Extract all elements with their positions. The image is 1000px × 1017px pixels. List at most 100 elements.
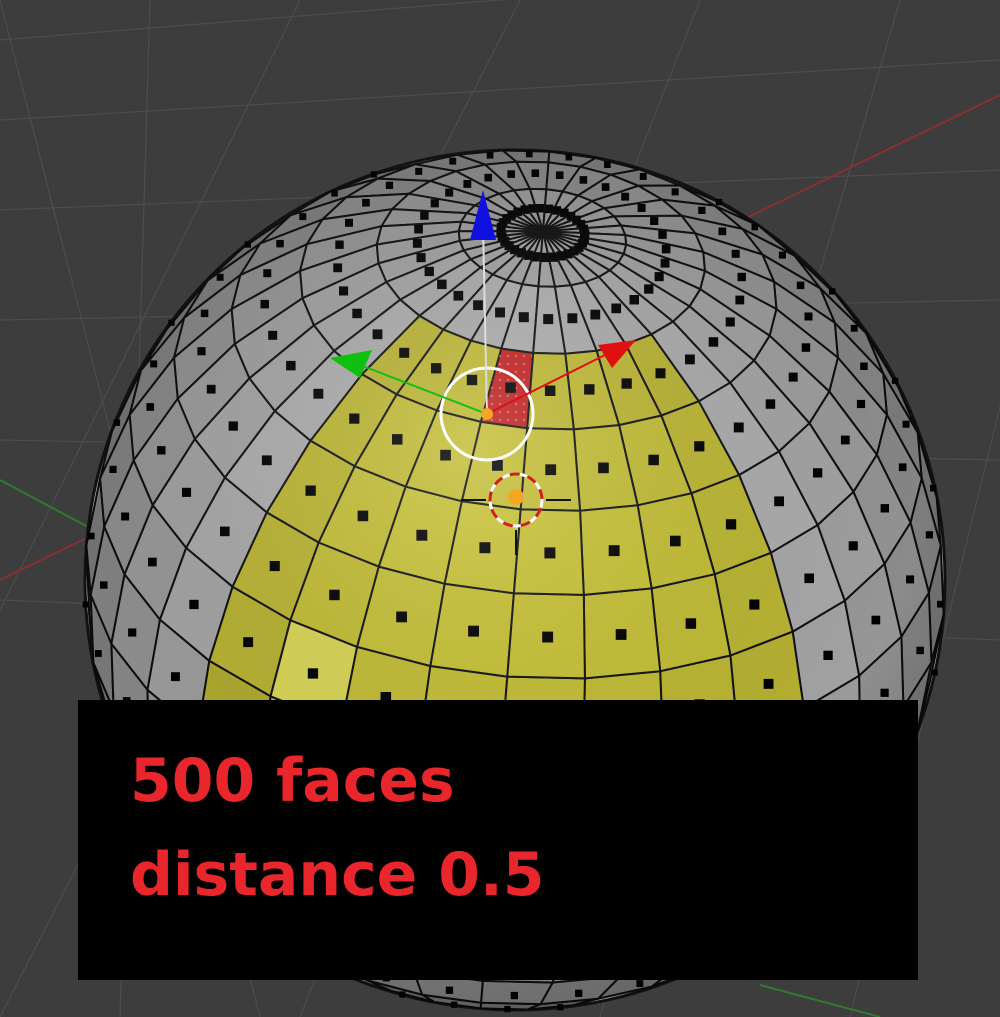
face-center-dot — [540, 252, 550, 263]
face-center-dot — [463, 180, 472, 188]
face-center-dot — [243, 637, 254, 648]
face-center-dot — [749, 599, 760, 610]
face-center-dot — [339, 286, 349, 296]
face-center-dot — [543, 314, 554, 325]
face-center-dot — [579, 176, 588, 184]
face-center-dot — [449, 157, 457, 165]
face-center-dot — [615, 629, 627, 640]
face-center-dot — [796, 281, 805, 290]
face-center-dot — [621, 378, 632, 389]
face-center-dot — [685, 618, 697, 629]
face-center-dot — [87, 532, 95, 540]
face-center-dot — [82, 601, 89, 608]
face-center-dot — [414, 224, 423, 234]
face-center-dot — [902, 420, 910, 428]
face-count-label: 500 faces — [130, 746, 455, 816]
face-center-dot — [898, 463, 907, 472]
face-center-dot — [415, 167, 423, 175]
face-center-dot — [197, 347, 206, 356]
face-center-dot — [189, 599, 199, 610]
face-center-dot — [128, 628, 137, 637]
pivot-point-icon — [481, 408, 493, 420]
3d-cursor-center-icon — [508, 489, 524, 505]
face-center-dot — [544, 385, 556, 396]
face-center-dot — [774, 496, 784, 507]
face-center-dot — [420, 211, 429, 220]
grid-line — [0, 59, 1000, 121]
face-center-dot — [329, 589, 340, 601]
face-center-dot — [778, 251, 786, 259]
face-center-dot — [157, 446, 166, 455]
3d-viewport[interactable]: 500 faces distance 0.5 — [0, 0, 1000, 1017]
face-center-dot — [182, 487, 192, 497]
face-center-dot — [109, 465, 117, 473]
face-center-dot — [399, 347, 410, 358]
face-center-dot — [445, 188, 454, 197]
face-center-dot — [504, 1005, 511, 1013]
face-center-dot — [260, 299, 269, 309]
face-center-dot — [804, 312, 813, 321]
face-center-dot — [216, 273, 224, 281]
face-center-dot — [871, 615, 881, 625]
face-center-dot — [598, 462, 609, 474]
face-center-dot — [670, 535, 681, 547]
face-center-dot — [715, 198, 723, 206]
face-center-dot — [313, 388, 324, 399]
face-center-dot — [565, 153, 573, 161]
face-center-dot — [150, 360, 158, 368]
face-center-dot — [804, 573, 814, 584]
face-center-dot — [357, 510, 369, 522]
face-center-dot — [492, 460, 503, 471]
face-center-dot — [655, 368, 666, 379]
face-center-dot — [385, 181, 394, 189]
face-center-dot — [848, 541, 858, 551]
face-center-dot — [685, 354, 695, 365]
face-center-dot — [466, 374, 478, 386]
face-center-dot — [269, 561, 280, 572]
face-center-dot — [396, 611, 407, 623]
face-center-dot — [331, 190, 338, 197]
face-center-dot — [510, 991, 518, 1000]
face-center-dot — [168, 319, 175, 326]
face-center-dot — [451, 1001, 458, 1008]
face-center-dot — [486, 151, 494, 159]
face-center-dot — [121, 512, 130, 521]
face-center-dot — [94, 650, 102, 657]
face-center-dot — [555, 171, 564, 179]
face-center-dot — [416, 529, 428, 541]
face-center-dot — [906, 575, 915, 584]
face-center-dot — [937, 600, 944, 608]
face-center-dot — [399, 991, 406, 998]
face-center-dot — [660, 258, 670, 268]
face-center-dot — [305, 485, 316, 496]
face-center-dot — [261, 455, 272, 466]
face-center-dot — [370, 171, 378, 178]
face-center-dot — [661, 244, 671, 254]
face-center-dot — [146, 403, 155, 411]
face-center-dot — [611, 303, 622, 314]
face-center-dot — [307, 668, 319, 679]
face-center-dot — [244, 241, 251, 248]
face-center-dot — [731, 249, 740, 258]
face-center-dot — [733, 422, 744, 433]
face-center-dot — [856, 399, 866, 409]
face-center-dot — [931, 669, 938, 676]
face-center-dot — [636, 980, 644, 987]
face-center-dot — [823, 650, 833, 660]
face-center-dot — [507, 170, 515, 178]
face-center-dot — [430, 199, 439, 208]
face-center-dot — [557, 1004, 564, 1011]
face-center-dot — [644, 284, 654, 294]
face-center-dot — [171, 672, 180, 682]
face-center-dot — [621, 192, 630, 201]
face-center-dot — [718, 227, 727, 236]
face-center-dot — [813, 468, 823, 478]
face-center-dot — [148, 557, 157, 567]
face-center-dot — [286, 360, 296, 371]
face-center-dot — [850, 324, 858, 332]
face-center-dot — [604, 161, 611, 168]
face-center-dot — [484, 173, 493, 182]
face-center-dot — [372, 329, 383, 340]
face-center-dot — [268, 330, 278, 340]
y-axis-line — [759, 984, 881, 1017]
